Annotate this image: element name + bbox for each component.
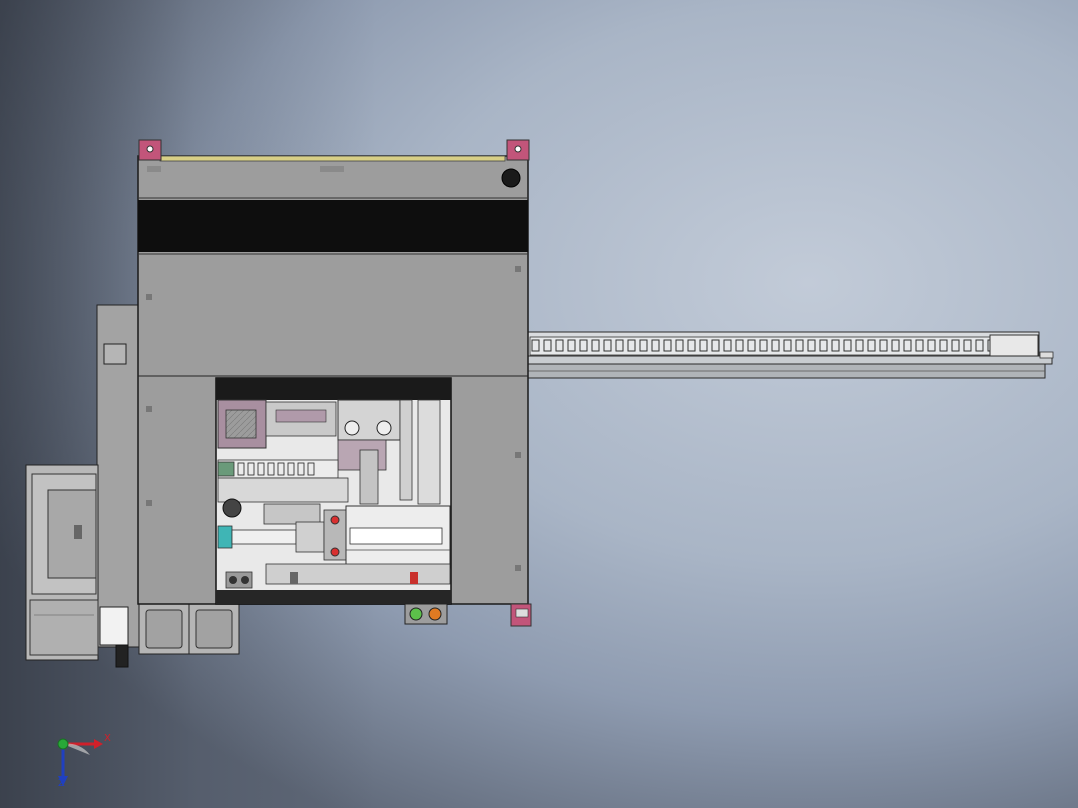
machine-model-drawing: [25, 139, 1054, 786]
x-axis-label: X: [104, 733, 111, 744]
cable-chain-icon: [529, 336, 991, 356]
electrical-box: [25, 464, 99, 661]
top-black-panel: [138, 200, 528, 252]
side-column: [96, 304, 140, 668]
z-axis-label: Z: [58, 778, 65, 789]
linear-rail-assembly: [526, 331, 1054, 379]
emergency-stop-icon: [404, 603, 448, 625]
mechanism-window: [215, 377, 452, 605]
material-bins: [138, 603, 240, 655]
cad-viewport[interactable]: X Z: [0, 0, 1078, 808]
round-port: [501, 168, 521, 188]
